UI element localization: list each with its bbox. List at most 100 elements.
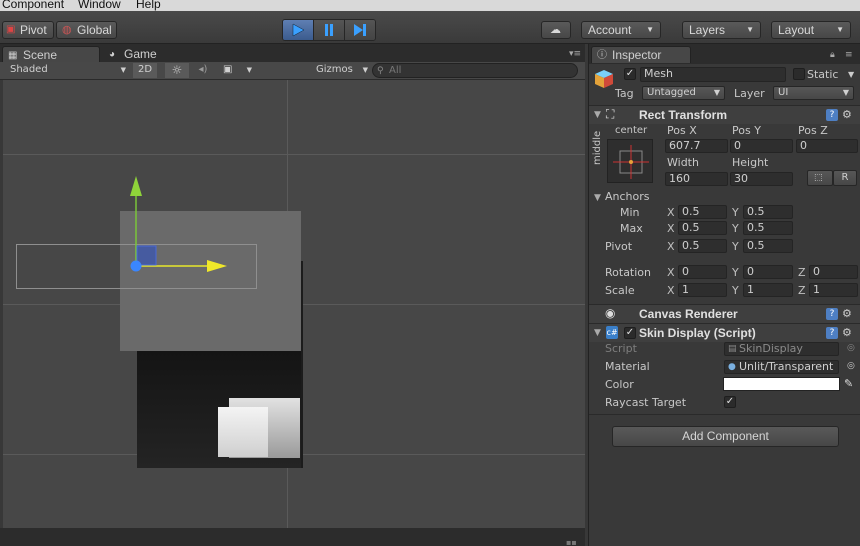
lock-icon[interactable]: 🔒︎ bbox=[830, 50, 835, 60]
gear-icon[interactable]: ⚙ bbox=[842, 307, 852, 320]
tab-game[interactable]: ◕ Game bbox=[104, 46, 184, 63]
rot-z-axis: Z bbox=[798, 266, 806, 279]
chevron-down-icon[interactable]: ▼ bbox=[848, 70, 854, 79]
menu-window[interactable]: Window bbox=[78, 0, 121, 11]
scale-y-value: 1 bbox=[747, 283, 754, 296]
object-name: Mesh bbox=[644, 67, 673, 80]
raw-edit-button[interactable]: R bbox=[833, 170, 857, 186]
layers-label: Layers bbox=[689, 23, 726, 37]
tab-inspector-label: Inspector bbox=[612, 48, 662, 62]
step-button[interactable] bbox=[345, 20, 375, 40]
object-picker-icon: ◎ bbox=[847, 343, 855, 353]
blueprint-icon: ⬚ bbox=[814, 173, 823, 183]
max-y-field[interactable]: 0.5 bbox=[743, 221, 793, 235]
scale-x-field[interactable]: 1 bbox=[678, 283, 727, 297]
layer-dropdown[interactable]: UI ▼ bbox=[773, 86, 854, 100]
help-icon[interactable]: ? bbox=[826, 327, 838, 339]
cloud-icon: ☁ bbox=[550, 24, 561, 36]
pivot-x-axis: X bbox=[667, 240, 675, 253]
lighting-toggle[interactable]: ☼ bbox=[165, 63, 189, 78]
tag-value: Untagged bbox=[647, 87, 696, 98]
chevron-down-icon: ▼ bbox=[120, 66, 126, 74]
gameobject-icon bbox=[594, 69, 614, 89]
main-toolbar: ▣ Pivot ◍ Global ☁ Account ▼ Layers ▼ La… bbox=[0, 11, 860, 44]
scale-z-field[interactable]: 1 bbox=[809, 283, 858, 297]
help-icon[interactable]: ? bbox=[826, 109, 838, 121]
shading-label: Shaded bbox=[10, 64, 48, 75]
play-button[interactable] bbox=[283, 20, 314, 40]
fold-arrow-icon[interactable]: ▼ bbox=[594, 110, 601, 120]
resize-grip-icon[interactable]: ▪▪ bbox=[566, 538, 577, 546]
min-x-field[interactable]: 0.5 bbox=[678, 205, 727, 219]
panel-menu-icon[interactable]: ≡ bbox=[845, 50, 853, 60]
height-field[interactable]: 30 bbox=[730, 172, 793, 186]
eyedropper-icon[interactable]: ✎ bbox=[844, 377, 853, 390]
layer-label: Layer bbox=[734, 87, 765, 100]
gear-icon[interactable]: ⚙ bbox=[842, 108, 852, 121]
speaker-icon: ◂) bbox=[198, 64, 208, 75]
tab-inspector[interactable]: ⓘ Inspector bbox=[591, 46, 691, 63]
sun-icon: ☼ bbox=[171, 63, 183, 77]
rot-z-field[interactable]: 0 bbox=[809, 265, 858, 279]
search-icon: ⚲ bbox=[377, 66, 384, 76]
canvas-renderer-header[interactable]: ◉ Canvas Renderer ? ⚙ bbox=[589, 304, 860, 323]
tag-dropdown[interactable]: Untagged ▼ bbox=[642, 86, 725, 100]
move-gizmo[interactable] bbox=[3, 80, 585, 528]
max-x-field[interactable]: 0.5 bbox=[678, 221, 727, 235]
audio-toggle[interactable]: ◂) bbox=[193, 63, 213, 78]
blueprint-mode-button[interactable]: ⬚ bbox=[807, 170, 833, 186]
effects-dropdown[interactable]: ▣ ▼ bbox=[220, 63, 254, 78]
min-x-axis: X bbox=[667, 206, 675, 219]
rot-z-value: 0 bbox=[813, 265, 820, 278]
anchor-h-label: center bbox=[615, 125, 648, 136]
posz-field[interactable]: 0 bbox=[796, 139, 858, 153]
scale-y-axis: Y bbox=[732, 284, 739, 297]
gizmos-dropdown[interactable]: Gizmos ▼ bbox=[316, 63, 368, 78]
search-input[interactable]: ⚲ All bbox=[372, 63, 578, 78]
gear-icon[interactable]: ⚙ bbox=[842, 326, 852, 339]
help-icon[interactable]: ? bbox=[826, 308, 838, 320]
skin-display-enabled-checkbox[interactable]: ✓ bbox=[624, 327, 636, 339]
cloud-button[interactable]: ☁ bbox=[541, 21, 571, 39]
object-name-field[interactable]: Mesh bbox=[640, 67, 786, 82]
panel-menu-icon[interactable]: ▾≡ bbox=[569, 49, 581, 59]
account-dropdown[interactable]: Account ▼ bbox=[581, 21, 661, 39]
static-checkbox[interactable] bbox=[793, 68, 805, 80]
mode-2d-toggle[interactable]: 2D bbox=[133, 63, 157, 78]
pivot-x-field[interactable]: 0.5 bbox=[678, 239, 727, 253]
pivot-toggle[interactable]: ▣ Pivot bbox=[2, 21, 54, 39]
menu-bar: Component Window Help bbox=[0, 0, 860, 11]
fold-arrow-icon[interactable]: ▼ bbox=[594, 193, 601, 203]
anchor-preset-button[interactable] bbox=[607, 139, 653, 183]
color-swatch[interactable] bbox=[723, 377, 840, 391]
posx-field[interactable]: 607.7 bbox=[665, 139, 728, 153]
tab-scene[interactable]: ▦ Scene bbox=[2, 46, 100, 63]
scene-view[interactable] bbox=[3, 80, 585, 528]
material-field[interactable]: ● Unlit/Transparent bbox=[724, 360, 839, 374]
anchors-label: Anchors bbox=[605, 190, 650, 203]
posy-field[interactable]: 0 bbox=[730, 139, 793, 153]
fold-arrow-icon[interactable]: ▼ bbox=[594, 328, 601, 338]
rot-x-field[interactable]: 0 bbox=[678, 265, 727, 279]
width-field[interactable]: 160 bbox=[665, 172, 728, 186]
layout-dropdown[interactable]: Layout ▼ bbox=[771, 21, 851, 39]
chevron-down-icon: ▼ bbox=[362, 66, 368, 74]
object-picker-icon[interactable]: ◎ bbox=[847, 361, 855, 371]
rot-y-field[interactable]: 0 bbox=[743, 265, 793, 279]
min-y-field[interactable]: 0.5 bbox=[743, 205, 793, 219]
skin-display-header[interactable]: ▼ c# ✓ Skin Display (Script) ? ⚙ bbox=[589, 323, 860, 342]
shading-dropdown[interactable]: Shaded ▼ bbox=[10, 63, 128, 78]
menu-component[interactable]: Component bbox=[2, 0, 64, 11]
menu-help[interactable]: Help bbox=[136, 0, 161, 11]
active-checkbox[interactable]: ✓ bbox=[624, 68, 636, 80]
pivot-y-axis: Y bbox=[732, 240, 739, 253]
raycast-target-checkbox[interactable]: ✓ bbox=[724, 396, 736, 408]
scale-y-field[interactable]: 1 bbox=[743, 283, 793, 297]
global-toggle[interactable]: ◍ Global bbox=[56, 21, 117, 39]
add-component-button[interactable]: Add Component bbox=[612, 426, 839, 447]
pivot-y-field[interactable]: 0.5 bbox=[743, 239, 793, 253]
chevron-down-icon: ▼ bbox=[713, 88, 720, 97]
rect-transform-header[interactable]: ▼ ⛶ Rect Transform ? ⚙ bbox=[589, 105, 860, 124]
pause-button[interactable] bbox=[314, 20, 345, 40]
layers-dropdown[interactable]: Layers ▼ bbox=[682, 21, 761, 39]
